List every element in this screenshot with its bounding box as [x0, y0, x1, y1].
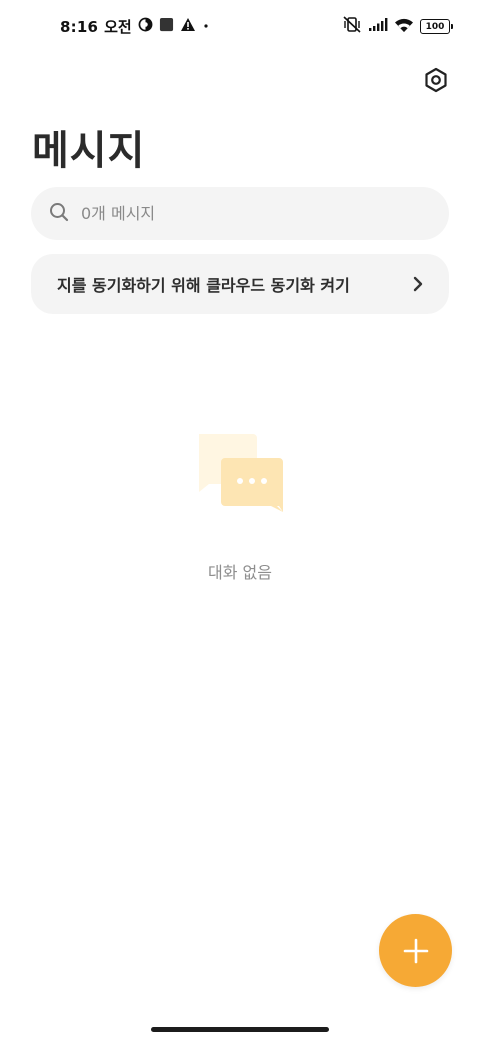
chevron-right-icon [411, 275, 425, 293]
search-input[interactable] [81, 204, 411, 223]
cloud-sync-banner[interactable]: 지를 동기화하기 위해 클라우드 동기화 켜기 [31, 254, 449, 314]
status-time: 8:16 [60, 17, 99, 36]
home-indicator[interactable] [151, 1027, 329, 1032]
page-title: 메시지 [32, 128, 146, 174]
settings-button[interactable] [420, 64, 452, 96]
wifi-icon [394, 17, 414, 37]
data-saver-icon [138, 17, 153, 36]
chat-bubbles-icon [195, 434, 287, 514]
more-notifications-dot-icon [202, 17, 210, 36]
search-bar[interactable] [31, 187, 449, 240]
status-bar-right: 100 [342, 16, 453, 37]
vibrate-off-icon [342, 16, 362, 37]
signal-icon [368, 17, 388, 36]
warning-icon [180, 17, 196, 36]
cloud-sync-text: 지를 동기화하기 위해 클라우드 동기화 켜기 [57, 276, 350, 295]
empty-state-text: 대화 없음 [208, 563, 272, 582]
status-bar: 8:16 오전 100 [0, 0, 480, 56]
status-ampm: 오전 [104, 18, 132, 36]
plus-icon [403, 938, 428, 963]
search-icon [49, 202, 69, 226]
status-bar-left: 8:16 오전 [60, 16, 210, 37]
battery-icon: 100 [420, 19, 453, 34]
hexagon-settings-icon [425, 67, 447, 93]
new-message-button[interactable] [379, 914, 452, 987]
battery-level: 100 [425, 21, 445, 32]
app-notification-icon [159, 17, 174, 36]
